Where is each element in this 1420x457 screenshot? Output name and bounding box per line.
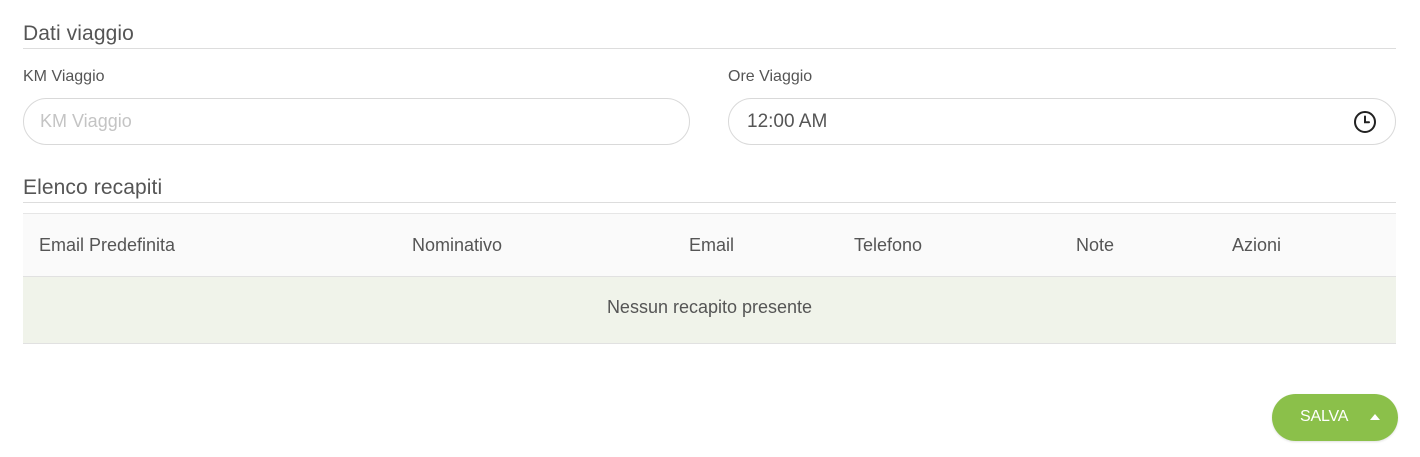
- km-input[interactable]: [23, 98, 690, 145]
- hours-time-value: 12:00 AM: [747, 111, 828, 132]
- contacts-table-header: Email Predefinita Nominativo Email Telef…: [23, 214, 1396, 277]
- hours-time-input[interactable]: 12:00 AM: [728, 98, 1396, 145]
- hours-field-label: Ore Viaggio: [728, 68, 813, 85]
- trip-details-form: Dati viaggio KM Viaggio Ore Viaggio 12:0…: [0, 0, 1420, 457]
- column-header-azioni: Azioni: [1232, 235, 1282, 255]
- caret-up-icon: [1370, 414, 1380, 420]
- trip-section-title: Dati viaggio: [23, 22, 134, 45]
- column-header-nominativo[interactable]: Nominativo: [412, 235, 502, 256]
- contacts-section-divider: [23, 202, 1396, 203]
- empty-table-message: Nessun recapito presente: [23, 277, 1396, 344]
- save-button[interactable]: SALVA: [1272, 394, 1398, 441]
- column-header-email[interactable]: Email: [689, 235, 734, 256]
- column-header-email-predefinita[interactable]: Email Predefinita: [39, 235, 175, 256]
- contacts-table: Email Predefinita Nominativo Email Telef…: [23, 213, 1396, 344]
- column-header-telefono[interactable]: Telefono: [854, 235, 922, 256]
- trip-section-divider: [23, 48, 1396, 49]
- save-button-label: SALVA: [1300, 408, 1349, 425]
- column-header-note[interactable]: Note: [1076, 235, 1114, 256]
- clock-icon[interactable]: [1353, 110, 1377, 134]
- km-field-label: KM Viaggio: [23, 68, 105, 85]
- contacts-section-title: Elenco recapiti: [23, 176, 163, 199]
